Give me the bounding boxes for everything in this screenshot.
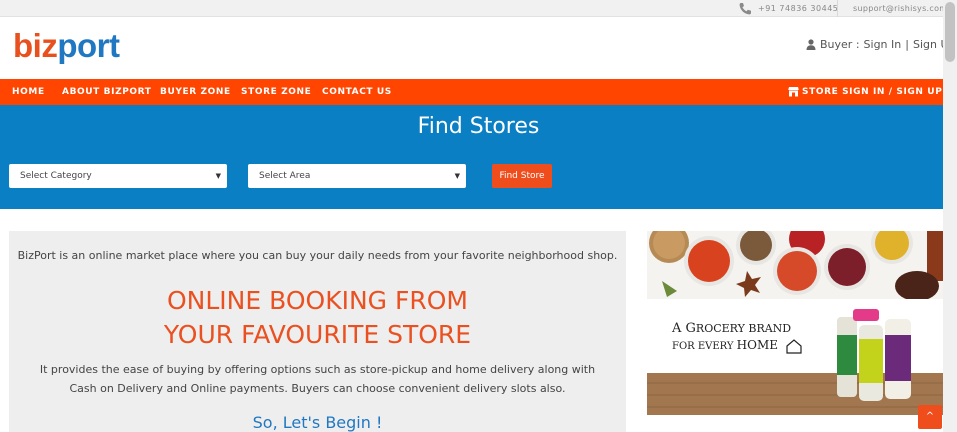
back-to-top-button[interactable]: ^: [918, 405, 942, 429]
store-icon: [788, 87, 799, 97]
logo-part-port: port: [57, 27, 120, 64]
headline-line-2: YOUR FAVOURITE STORE: [163, 320, 472, 349]
intro-text: BizPort is an online market place where …: [17, 249, 618, 262]
scrollbar-thumb[interactable]: [945, 2, 955, 62]
ad-tagline-line-1: A GROCERY BRAND: [672, 320, 791, 337]
area-select[interactable]: Select Area ▼: [248, 164, 466, 188]
ad-tagline: A GROCERY BRAND FOR EVERY HOME: [672, 320, 791, 355]
find-stores-band: Find Stores Select Category ▼ Select Are…: [0, 105, 957, 209]
phone-icon: [739, 3, 751, 15]
main-nav: HOME ABOUT BIZPORT BUYER ZONE STORE ZONE…: [0, 79, 943, 105]
arrow-up-icon: ^: [925, 411, 935, 422]
buyer-label: Buyer :: [820, 38, 860, 51]
topbar-divider: [837, 0, 838, 17]
bizport-logo[interactable]: bizport: [13, 27, 120, 64]
ad-tagline-d: HOME: [736, 338, 779, 352]
nav-store-sign-in[interactable]: STORE SIGN IN / SIGN UP: [802, 87, 942, 97]
support-email[interactable]: support@rishisys.com: [853, 4, 947, 13]
chevron-down-icon: ▼: [454, 172, 460, 180]
user-icon: [806, 39, 816, 50]
nav-buyer-zone[interactable]: BUYER ZONE: [160, 87, 231, 97]
ad-tagline-c: FOR EVERY: [672, 341, 737, 352]
category-select[interactable]: Select Category ▼: [9, 164, 227, 188]
nav-home[interactable]: HOME: [12, 87, 45, 97]
top-contact-bar: +91 74836 30445 support@rishisys.com: [0, 0, 947, 17]
phone-number: +91 74836 30445: [758, 4, 839, 13]
page: +91 74836 30445 support@rishisys.com biz…: [0, 0, 957, 432]
auth-divider: |: [905, 38, 909, 51]
nav-about-bizport[interactable]: ABOUT BIZPORT: [62, 87, 152, 97]
grocery-ad-banner[interactable]: A GROCERY BRAND FOR EVERY HOME: [647, 231, 944, 415]
intro-panel: BizPort is an online market place where …: [9, 231, 626, 432]
buyer-auth: Buyer : Sign In | Sign Up: [806, 38, 956, 51]
chevron-down-icon: ▼: [215, 172, 221, 180]
category-select-value: Select Category: [20, 171, 92, 181]
nav-contact-us[interactable]: CONTACT US: [322, 87, 392, 97]
find-store-button[interactable]: Find Store: [492, 164, 552, 188]
lets-begin-heading: So, Let's Begin !: [252, 413, 383, 432]
ad-tagline-a: A G: [672, 321, 696, 336]
nav-store-zone[interactable]: STORE ZONE: [241, 87, 311, 97]
ad-tagline-b: ROCERY BRAND: [695, 322, 792, 335]
page-scrollbar[interactable]: [943, 0, 957, 432]
logo-part-biz: biz: [13, 27, 58, 64]
find-stores-title: Find Stores: [417, 114, 540, 139]
description-text: It provides the ease of buying by offeri…: [39, 363, 596, 395]
buyer-sign-in-link[interactable]: Sign In: [864, 38, 902, 51]
ad-tagline-line-2: FOR EVERY HOME: [672, 337, 791, 355]
headline-line-1: ONLINE BOOKING FROM: [167, 286, 468, 315]
headline: ONLINE BOOKING FROM YOUR FAVOURITE STORE: [9, 284, 626, 352]
area-select-value: Select Area: [259, 171, 311, 181]
